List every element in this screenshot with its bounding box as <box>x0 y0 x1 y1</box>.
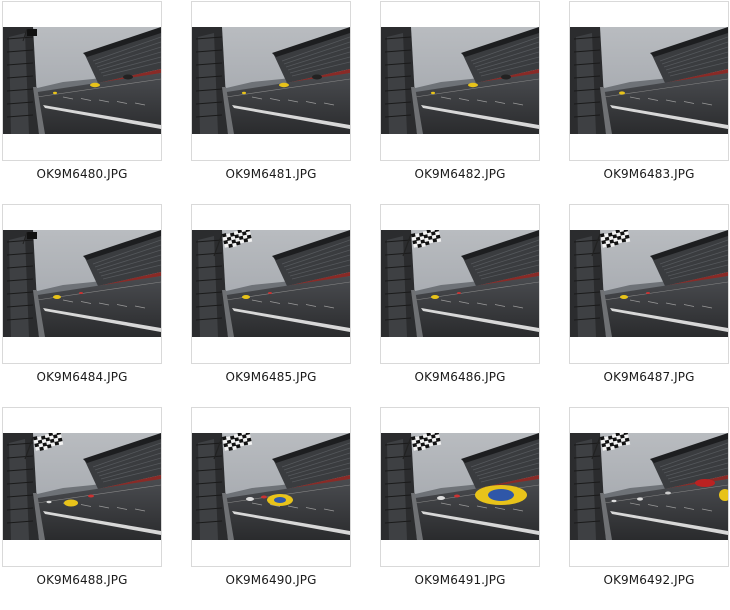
thumbnail-frame[interactable] <box>380 1 540 161</box>
thumbnail-photo <box>570 27 728 134</box>
file-thumbnail-item[interactable]: OK9M6492.JPG <box>569 407 729 597</box>
file-name-label[interactable]: OK9M6484.JPG <box>0 370 172 384</box>
race-car <box>246 497 254 501</box>
thumbnail-frame[interactable] <box>191 204 351 364</box>
race-car <box>90 82 100 88</box>
thumbnail-frame[interactable] <box>569 407 729 567</box>
thumbnail-frame[interactable] <box>2 204 162 364</box>
thumbnail-image[interactable] <box>192 433 350 540</box>
race-car <box>46 500 52 504</box>
thumbnail-image[interactable] <box>192 230 350 337</box>
thumbnail-photo <box>3 27 161 134</box>
file-name-label[interactable]: OK9M6485.JPG <box>181 370 361 384</box>
file-thumbnail-item[interactable]: OK9M6482.JPG <box>380 1 540 191</box>
file-thumbnail-item[interactable]: OK9M6487.JPG <box>569 204 729 394</box>
race-car <box>457 292 461 294</box>
thumbnail-grid: OK9M6480.JPG OK9M6481.JPG OK9M6482.JPG OK9M… <box>0 0 730 610</box>
race-car-livery <box>488 489 514 501</box>
thumbnail-image[interactable] <box>3 27 161 134</box>
race-car <box>619 91 625 95</box>
race-car <box>665 491 671 495</box>
race-car <box>431 295 439 299</box>
file-name-label[interactable]: OK9M6486.JPG <box>370 370 550 384</box>
file-name-label[interactable]: OK9M6490.JPG <box>181 573 361 587</box>
thumbnail-frame[interactable] <box>569 204 729 364</box>
race-car <box>611 499 617 503</box>
thumbnail-frame[interactable] <box>191 407 351 567</box>
thumbnail-image[interactable] <box>570 433 728 540</box>
file-name-label[interactable]: OK9M6483.JPG <box>559 167 730 181</box>
file-name-label[interactable]: OK9M6487.JPG <box>559 370 730 384</box>
race-car <box>431 91 435 95</box>
race-car <box>53 295 61 299</box>
flag <box>27 29 37 36</box>
flag <box>27 232 37 239</box>
thumbnail-frame[interactable] <box>380 204 540 364</box>
thumbnail-frame[interactable] <box>2 1 162 161</box>
race-car <box>279 82 289 88</box>
race-car <box>501 74 511 80</box>
race-car <box>261 495 267 499</box>
file-thumbnail-item[interactable]: OK9M6486.JPG <box>380 204 540 394</box>
thumbnail-photo <box>192 230 350 337</box>
race-car <box>646 292 650 294</box>
file-name-label[interactable]: OK9M6492.JPG <box>559 573 730 587</box>
file-name-label[interactable]: OK9M6491.JPG <box>370 573 550 587</box>
file-thumbnail-item[interactable]: OK9M6490.JPG <box>191 407 351 597</box>
race-car <box>695 479 715 487</box>
thumbnail-frame[interactable] <box>191 1 351 161</box>
thumbnail-photo <box>192 27 350 134</box>
thumbnail-frame[interactable] <box>2 407 162 567</box>
thumbnail-photo <box>381 230 539 337</box>
thumbnail-image[interactable] <box>570 27 728 134</box>
thumbnail-photo <box>192 433 350 540</box>
race-car <box>123 74 133 80</box>
file-thumbnail-item[interactable]: OK9M6485.JPG <box>191 204 351 394</box>
file-name-label[interactable]: OK9M6480.JPG <box>0 167 172 181</box>
thumbnail-image[interactable] <box>381 27 539 134</box>
race-car <box>79 292 83 294</box>
thumbnail-photo <box>570 230 728 337</box>
file-thumbnail-item[interactable]: OK9M6491.JPG <box>380 407 540 597</box>
race-car <box>454 494 460 498</box>
file-thumbnail-item[interactable]: OK9M6480.JPG <box>2 1 162 191</box>
race-car <box>637 497 643 501</box>
race-car <box>242 295 250 299</box>
race-car <box>64 499 78 507</box>
race-car <box>88 494 94 498</box>
thumbnail-photo <box>381 27 539 134</box>
thumbnail-frame[interactable] <box>380 407 540 567</box>
file-thumbnail-item[interactable]: OK9M6484.JPG <box>2 204 162 394</box>
race-car <box>242 91 246 95</box>
thumbnail-photo <box>570 433 728 540</box>
thumbnail-image[interactable] <box>192 27 350 134</box>
thumbnail-image[interactable] <box>381 433 539 540</box>
thumbnail-frame[interactable] <box>569 1 729 161</box>
file-name-label[interactable]: OK9M6481.JPG <box>181 167 361 181</box>
race-car <box>620 295 628 299</box>
thumbnail-image[interactable] <box>381 230 539 337</box>
race-car <box>312 74 322 80</box>
race-car <box>53 91 57 95</box>
thumbnail-image[interactable] <box>3 433 161 540</box>
file-thumbnail-item[interactable]: OK9M6483.JPG <box>569 1 729 191</box>
file-thumbnail-item[interactable]: OK9M6481.JPG <box>191 1 351 191</box>
file-thumbnail-item[interactable]: OK9M6488.JPG <box>2 407 162 597</box>
thumbnail-image[interactable] <box>570 230 728 337</box>
thumbnail-photo <box>3 433 161 540</box>
race-car <box>268 292 272 294</box>
race-car <box>437 496 445 500</box>
file-name-label[interactable]: OK9M6482.JPG <box>370 167 550 181</box>
thumbnail-photo <box>381 433 539 540</box>
file-name-label[interactable]: OK9M6488.JPG <box>0 573 172 587</box>
thumbnail-photo <box>3 230 161 337</box>
race-car-livery <box>274 497 286 503</box>
thumbnail-image[interactable] <box>3 230 161 337</box>
race-car <box>468 82 478 88</box>
